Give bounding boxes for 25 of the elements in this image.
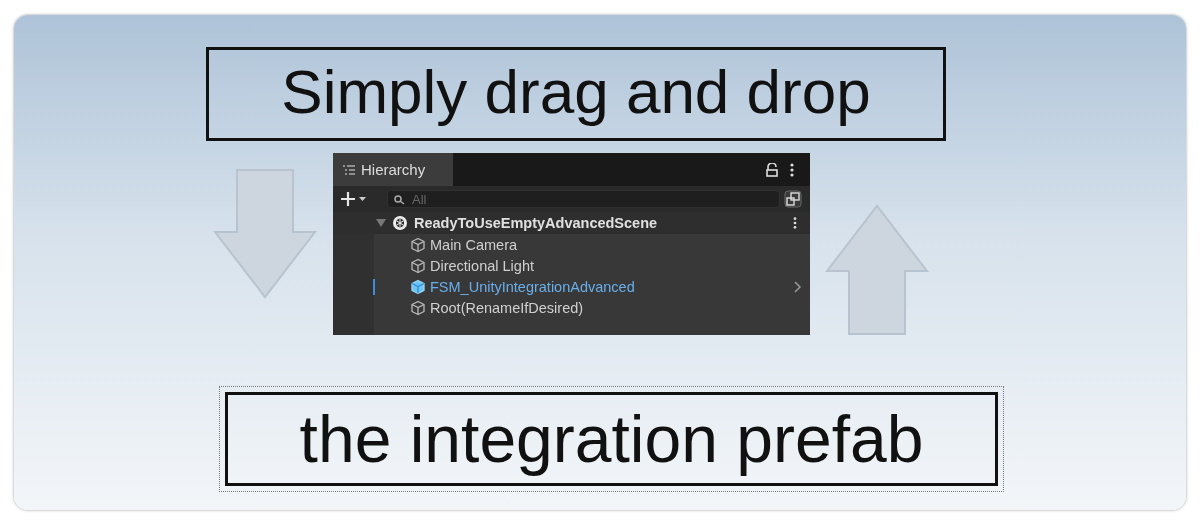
expand-arrow-icon[interactable] [376,218,386,228]
heading: Simply drag and drop [206,47,946,141]
caption: the integration prefab [225,392,998,486]
cube-icon [410,236,426,253]
hierarchy-item[interactable]: Directional Light [374,255,810,276]
more-icon[interactable] [790,162,794,177]
scene-icon [392,215,408,231]
cube-icon [410,257,426,274]
prefab-cube-icon [410,278,426,295]
search-field[interactable]: All [387,190,780,208]
hierarchy-item[interactable]: FSM_UnityIntegrationAdvanced [374,276,810,297]
scene-row[interactable]: ReadyToUseEmptyAdvancedScene [333,212,810,234]
hierarchy-item[interactable]: Root(RenameIfDesired) [374,297,810,318]
cube-icon [410,299,426,316]
scene-visibility-icon[interactable] [784,190,802,208]
down-arrow-icon [213,168,317,299]
more-icon[interactable] [793,217,797,229]
hierarchy-tab[interactable]: Hierarchy [333,153,453,186]
scene-name: ReadyToUseEmptyAdvancedScene [414,215,659,231]
lock-icon[interactable] [766,162,778,177]
hierarchy-item[interactable]: Main Camera [374,234,810,255]
add-icon[interactable] [341,192,367,206]
up-arrow-icon [825,204,929,336]
chevron-icon[interactable] [794,280,802,293]
list-icon [343,164,355,175]
